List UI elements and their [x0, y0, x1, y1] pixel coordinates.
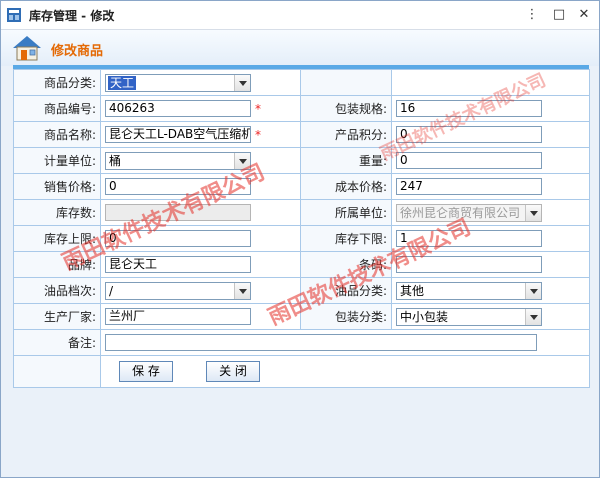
category-select[interactable]: 天工: [105, 73, 251, 92]
manufacturer-label: 生产厂家:: [13, 303, 101, 330]
maximize-button[interactable]: □: [548, 5, 570, 25]
name-input[interactable]: 昆仑天工L-DAB空气压缩机油: [105, 126, 251, 143]
oil-grade-label: 油品档次:: [13, 277, 101, 304]
points-label: 产品积分:: [300, 121, 392, 148]
weight-label: 重量:: [300, 147, 392, 174]
owner-unit-select: 徐州昆仑商贸有限公司: [396, 203, 542, 222]
chevron-down-icon[interactable]: [234, 74, 250, 91]
oil-category-label: 油品分类:: [300, 277, 392, 304]
chevron-down-icon[interactable]: [525, 282, 541, 299]
pack-spec-label: 包装规格:: [300, 95, 392, 122]
pack-category-select[interactable]: 中小包装: [396, 307, 542, 326]
chevron-down-icon[interactable]: [525, 308, 541, 325]
stock-max-input[interactable]: 0: [105, 230, 251, 247]
window-title: 库存管理 - 修改: [29, 9, 115, 23]
sale-price-input[interactable]: 0: [105, 178, 251, 195]
pack-spec-input[interactable]: 16: [396, 100, 542, 117]
page-header: 修改商品: [1, 30, 599, 66]
oil-grade-select[interactable]: /: [105, 281, 251, 300]
owner-unit-label: 所属单位:: [300, 199, 392, 226]
brand-label: 品牌:: [13, 251, 101, 278]
pack-category-label: 包装分类:: [300, 303, 392, 330]
app-icon: [7, 8, 21, 22]
cost-price-label: 成本价格:: [300, 173, 392, 200]
required-marker: *: [255, 127, 261, 142]
barcode-input[interactable]: [396, 256, 542, 273]
stock-min-label: 库存下限:: [300, 225, 392, 252]
save-button[interactable]: 保 存: [119, 361, 173, 382]
chevron-down-icon[interactable]: [234, 152, 250, 169]
cost-price-input[interactable]: 247: [396, 178, 542, 195]
unit-label: 计量单位:: [13, 147, 101, 174]
chevron-down-icon[interactable]: [234, 282, 250, 299]
barcode-label: 条码:: [300, 251, 392, 278]
stock-qty-label: 库存数:: [13, 199, 101, 226]
stock-qty-input: [105, 204, 251, 221]
manufacturer-input[interactable]: 兰州厂: [105, 308, 251, 325]
chevron-down-icon: [525, 204, 541, 221]
points-input[interactable]: 0: [396, 126, 542, 143]
weight-input[interactable]: 0: [396, 152, 542, 169]
brand-input[interactable]: 昆仑天工: [105, 256, 251, 273]
product-form: 商品分类: 天工 商品编号: 406263 * 包装规格: 16 商品名称: 昆仑…: [13, 69, 590, 388]
title-bar: 库存管理 - 修改 ⋮ □ ✕: [1, 1, 599, 30]
remark-input[interactable]: [105, 334, 537, 351]
code-input[interactable]: 406263: [105, 100, 251, 117]
sale-price-label: 销售价格:: [13, 173, 101, 200]
home-icon: [13, 36, 41, 61]
required-marker: *: [255, 101, 261, 116]
stock-min-input[interactable]: 1: [396, 230, 542, 247]
page-title: 修改商品: [51, 44, 104, 59]
code-label: 商品编号:: [13, 95, 101, 122]
stock-max-label: 库存上限:: [13, 225, 101, 252]
menu-icon[interactable]: ⋮: [521, 5, 543, 25]
name-label: 商品名称:: [13, 121, 101, 148]
oil-category-select[interactable]: 其他: [396, 281, 542, 300]
close-icon[interactable]: ✕: [573, 5, 595, 25]
close-button[interactable]: 关 闭: [206, 361, 260, 382]
unit-select[interactable]: 桶: [105, 151, 251, 170]
remark-label: 备注:: [13, 329, 101, 356]
dialog-window: 库存管理 - 修改 ⋮ □ ✕ 修改商品 商品分类: 天工 商品编号: 4062…: [0, 0, 600, 478]
category-label: 商品分类:: [13, 69, 101, 96]
